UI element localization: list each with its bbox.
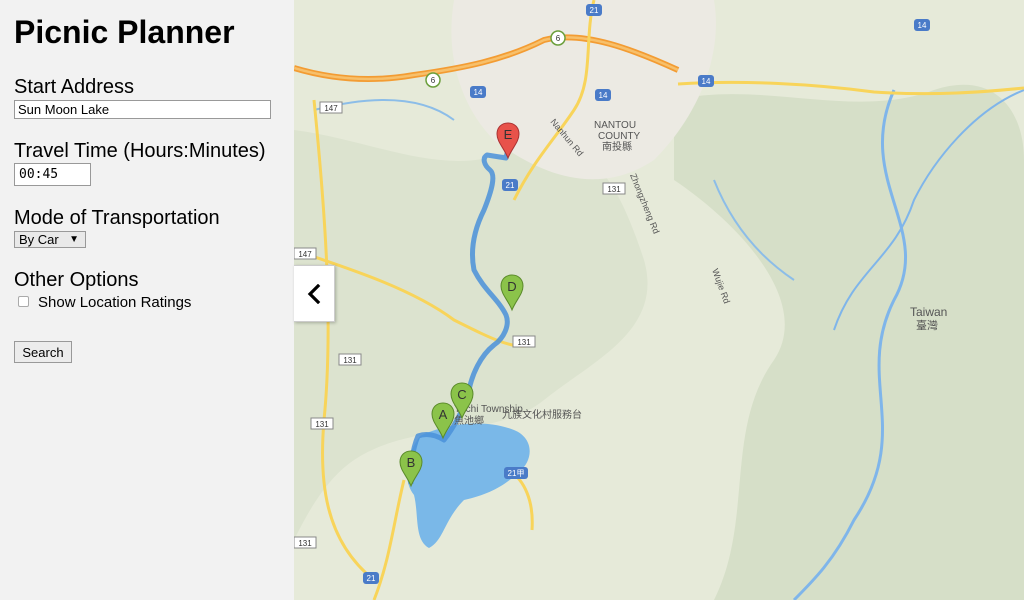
map-label-taiwan-zh: 臺灣: [916, 318, 938, 332]
svg-text:14: 14: [918, 21, 927, 30]
svg-text:14: 14: [702, 77, 711, 86]
map-label-jiuzu: 九族文化村服務台: [502, 408, 582, 421]
app-title: Picnic Planner: [14, 14, 235, 50]
road-shield-147: 147: [319, 101, 343, 114]
road-shield-21: 21: [363, 572, 379, 584]
road-shield-14: 14: [698, 75, 714, 87]
road-shield-14: 14: [914, 19, 930, 31]
travel-time-input[interactable]: [14, 163, 91, 186]
transport-mode-label: Mode of Transportation: [14, 207, 220, 229]
svg-text:D: D: [507, 279, 516, 294]
search-button[interactable]: Search: [14, 341, 72, 363]
map-label-nantou-en2: COUNTY: [598, 131, 641, 142]
svg-text:6: 6: [556, 34, 561, 43]
map[interactable]: NANTOU COUNTY 南投縣 Nanhun Rd Zhongzheng R…: [294, 0, 1024, 600]
road-shield-131: 131: [338, 353, 362, 366]
chevron-left-icon: [307, 283, 321, 304]
svg-text:21: 21: [506, 181, 515, 190]
road-shield-21jia: 21甲: [504, 467, 528, 479]
svg-text:6: 6: [431, 76, 436, 85]
map-label-nantou-en: NANTOU: [594, 120, 636, 131]
show-ratings-label[interactable]: Show Location Ratings: [38, 294, 191, 311]
road-shield-131: 131: [310, 417, 334, 430]
road-shield-21: 21: [502, 179, 518, 191]
road-shield-6: 6: [425, 72, 441, 88]
svg-text:E: E: [504, 127, 513, 142]
svg-text:131: 131: [315, 420, 329, 429]
svg-text:147: 147: [298, 250, 312, 259]
svg-text:14: 14: [599, 91, 608, 100]
show-ratings-checkbox[interactable]: [18, 296, 29, 307]
svg-text:131: 131: [298, 539, 312, 548]
road-shield-14: 14: [595, 89, 611, 101]
travel-time-label: Travel Time (Hours:Minutes): [14, 140, 266, 162]
map-label-taiwan-en: Taiwan: [910, 305, 947, 319]
road-shield-21: 21: [586, 4, 602, 16]
road-shield-131: 131: [602, 182, 626, 195]
sidebar: Picnic Planner Start Address Travel Time…: [0, 0, 294, 600]
other-options-label: Other Options: [14, 269, 139, 291]
svg-text:A: A: [439, 407, 448, 422]
transport-mode-value: By Car: [19, 232, 59, 247]
svg-text:B: B: [407, 455, 416, 470]
svg-text:147: 147: [324, 104, 338, 113]
svg-text:21: 21: [590, 6, 599, 15]
svg-text:131: 131: [343, 356, 357, 365]
road-shield-147: 147: [294, 247, 317, 260]
svg-text:131: 131: [517, 338, 531, 347]
road-shield-14: 14: [470, 86, 486, 98]
start-address-input[interactable]: [14, 100, 271, 119]
start-address-label: Start Address: [14, 76, 135, 98]
map-label-nantou-zh: 南投縣: [602, 140, 632, 153]
road-shield-131: 131: [294, 536, 317, 549]
transport-mode-select[interactable]: By Car ▼: [14, 231, 86, 248]
svg-text:21甲: 21甲: [508, 469, 525, 478]
svg-text:C: C: [457, 387, 466, 402]
dropdown-arrow-icon: ▼: [69, 234, 79, 245]
svg-text:14: 14: [474, 88, 483, 97]
map-label-township-zh: 魚池鄉: [454, 414, 484, 427]
collapse-sidebar-button[interactable]: [294, 265, 335, 322]
svg-text:21: 21: [367, 574, 376, 583]
road-shield-6: 6: [550, 30, 566, 46]
road-shield-131: 131: [512, 335, 536, 348]
svg-text:131: 131: [607, 185, 621, 194]
